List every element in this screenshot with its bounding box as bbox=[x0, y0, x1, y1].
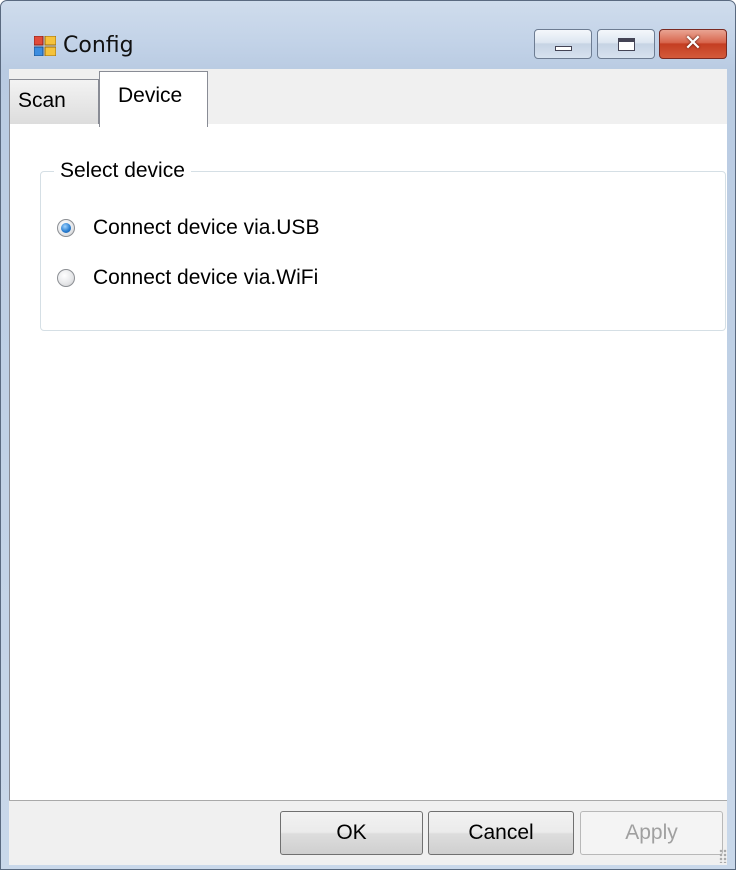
cancel-button[interactable]: Cancel bbox=[428, 811, 574, 855]
apply-button[interactable]: Apply bbox=[580, 811, 723, 855]
close-button[interactable]: ✕ bbox=[659, 29, 727, 59]
radio-unchecked-icon[interactable] bbox=[57, 269, 75, 287]
device-tab-panel: Select device Connect device via.USB Con… bbox=[9, 124, 727, 800]
maximize-button[interactable] bbox=[597, 29, 655, 59]
config-window: Config ✕ Scan Device Select device Conne… bbox=[0, 0, 736, 870]
window-title: Config bbox=[63, 33, 134, 58]
tab-device[interactable]: Device bbox=[99, 71, 208, 127]
tab-scan[interactable]: Scan bbox=[9, 79, 99, 125]
radio-wifi[interactable]: Connect device via.WiFi bbox=[57, 265, 318, 291]
dialog-button-bar: OK Cancel Apply bbox=[9, 800, 727, 865]
client-area: Scan Device Select device Connect device… bbox=[9, 69, 727, 865]
radio-wifi-label[interactable]: Connect device via.WiFi bbox=[93, 266, 318, 290]
close-icon: ✕ bbox=[683, 31, 703, 56]
minimize-icon bbox=[555, 46, 572, 51]
tab-strip: Scan Device bbox=[9, 69, 727, 127]
ok-button[interactable]: OK bbox=[280, 811, 423, 855]
select-device-group bbox=[40, 171, 726, 331]
window-app-icon bbox=[34, 36, 56, 56]
radio-usb-label[interactable]: Connect device via.USB bbox=[93, 216, 319, 240]
minimize-button[interactable] bbox=[534, 29, 592, 59]
radio-checked-icon[interactable] bbox=[57, 219, 75, 237]
radio-usb[interactable]: Connect device via.USB bbox=[57, 215, 319, 241]
select-device-legend: Select device bbox=[54, 159, 191, 183]
tab-device-label: Device bbox=[118, 84, 183, 107]
maximize-icon bbox=[618, 38, 635, 51]
title-bar[interactable]: Config ✕ bbox=[1, 1, 735, 69]
tab-scan-label: Scan bbox=[18, 89, 66, 112]
resize-grip[interactable] bbox=[719, 849, 727, 863]
